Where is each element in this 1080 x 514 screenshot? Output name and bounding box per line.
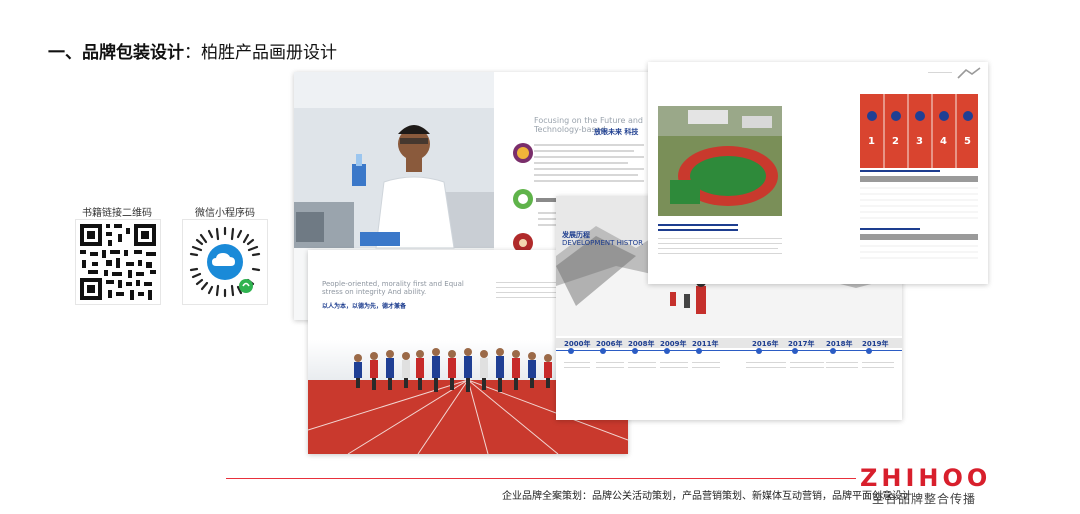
runner-logo-icon bbox=[957, 67, 981, 79]
page2-heading-en: People-oriented, morality first and Equa… bbox=[322, 280, 464, 296]
wechat-mini-program-code[interactable] bbox=[182, 219, 268, 305]
svg-text:4: 4 bbox=[940, 136, 947, 147]
page2-heading-cn: 以人为本，以德为先，德才兼备 bbox=[322, 303, 407, 310]
brochure-page-sports-field: 1 2 3 4 5 bbox=[648, 62, 988, 284]
title-bold: 一、品牌包装设计 bbox=[48, 43, 184, 63]
timeline-year: 2019年 bbox=[862, 340, 889, 348]
book-qr-code[interactable] bbox=[75, 219, 161, 305]
page1-heading-cn: 放眼未来 科技 bbox=[594, 128, 639, 136]
starting-track-photo: 1 2 3 4 5 bbox=[860, 94, 978, 168]
page-title: 一、品牌包装设计：柏胜产品画册设计 bbox=[48, 38, 337, 63]
footer-divider bbox=[226, 478, 856, 479]
aerial-field-photo bbox=[658, 106, 782, 216]
timeline-year: 2017年 bbox=[788, 340, 815, 348]
wechat-qr-label: 微信小程序码 bbox=[195, 208, 255, 219]
spec-table-2 bbox=[860, 234, 978, 259]
timeline-year: 2009年 bbox=[660, 340, 687, 348]
book-qr-label: 书籍链接二维码 bbox=[82, 208, 152, 219]
title-sep: ： bbox=[184, 43, 201, 63]
svg-text:2: 2 bbox=[892, 136, 899, 147]
svg-text:3: 3 bbox=[916, 136, 923, 147]
timeline-year: 2018年 bbox=[826, 340, 853, 348]
timeline-year: 2011年 bbox=[692, 340, 719, 348]
title-rest: 柏胜产品画册设计 bbox=[201, 43, 337, 63]
timeline-year: 2016年 bbox=[752, 340, 779, 348]
timeline-year: 2006年 bbox=[596, 340, 623, 348]
timeline-year: 2000年 bbox=[564, 340, 591, 348]
wechat-code-icon bbox=[187, 224, 263, 300]
spec-table-1 bbox=[860, 176, 978, 219]
timeline-year: 2008年 bbox=[628, 340, 655, 348]
page3-heading-en: DEVELOPMENT HISTOR bbox=[562, 239, 644, 247]
svg-text:5: 5 bbox=[964, 136, 971, 147]
footer-services: 企业品牌全案策划：品牌公关活动策划，产品营销策划、新媒体互动营销，品牌平面创意设… bbox=[502, 491, 912, 502]
nature-emblem-icon bbox=[513, 143, 533, 163]
svg-text:1: 1 bbox=[868, 136, 875, 147]
recycle-icon bbox=[513, 189, 533, 209]
qr-code-icon bbox=[80, 224, 156, 300]
